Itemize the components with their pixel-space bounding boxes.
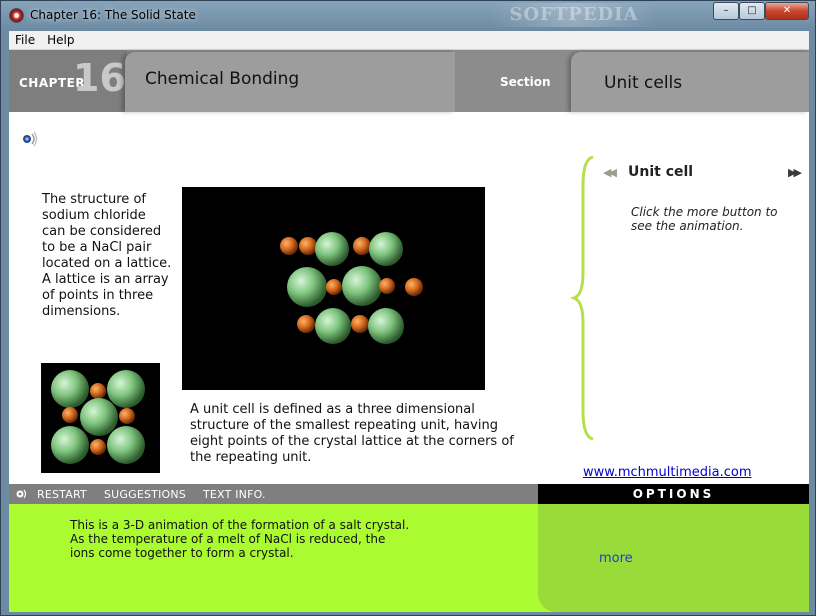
suggestions-button[interactable]: SUGGESTIONS (104, 488, 186, 501)
unit-title: Unit cells (604, 73, 683, 93)
options-header: OPTIONS (538, 484, 809, 504)
unit-tab: Unit cells (571, 52, 809, 112)
topic-tab: Chemical Bonding (125, 52, 455, 112)
options-panel: more (538, 504, 809, 612)
minimize-button[interactable]: – (713, 2, 739, 20)
content-area: CHAPTER 16 Chemical Bonding Section Unit… (9, 50, 809, 612)
header-band: CHAPTER 16 Chemical Bonding Section Unit… (9, 50, 809, 112)
maximize-button[interactable]: □ (739, 2, 765, 20)
text-info-button[interactable]: TEXT INFO. (203, 488, 266, 501)
menu-file[interactable]: File (9, 33, 41, 47)
side-panel-title: Unit cell (628, 164, 694, 180)
curly-brace (571, 155, 594, 441)
speaker-icon[interactable] (15, 487, 29, 501)
speaker-icon[interactable] (21, 130, 39, 148)
restart-button[interactable]: RESTART (37, 488, 87, 501)
more-button[interactable]: more (599, 551, 633, 566)
topic-title: Chemical Bonding (145, 69, 300, 89)
side-panel-note: Click the more button to see the animati… (631, 205, 778, 233)
animation-description: This is a 3-D animation of the formation… (70, 518, 410, 560)
menu-help[interactable]: Help (41, 33, 80, 47)
control-bar: RESTART SUGGESTIONS TEXT INFO. (9, 484, 538, 504)
menu-bar: File Help (9, 31, 809, 50)
rewind-icon[interactable]: ◀◀ (603, 166, 617, 179)
app-icon[interactable] (9, 8, 24, 23)
title-bar[interactable]: Chapter 16: The Solid State SOFTPEDIA – … (1, 1, 815, 30)
window-title: Chapter 16: The Solid State (30, 8, 196, 22)
unit-cell-caption: A unit cell is defined as a three dimens… (190, 402, 514, 465)
website-link[interactable]: www.mchmultimedia.com (583, 465, 752, 480)
unit-cell-image (41, 363, 160, 473)
fast-forward-icon[interactable]: ▶▶ (788, 166, 802, 179)
chapter-number: 16 (73, 56, 126, 100)
section-label: Section (500, 75, 551, 89)
crystal-animation (182, 187, 485, 390)
structure-description: The structure of sodium chloride can be … (42, 192, 172, 319)
watermark-logo: SOFTPEDIA (489, 3, 659, 27)
chapter-block: CHAPTER 16 (9, 50, 127, 112)
close-button[interactable]: ✕ (765, 2, 809, 20)
app-window: Chapter 16: The Solid State SOFTPEDIA – … (0, 0, 816, 616)
